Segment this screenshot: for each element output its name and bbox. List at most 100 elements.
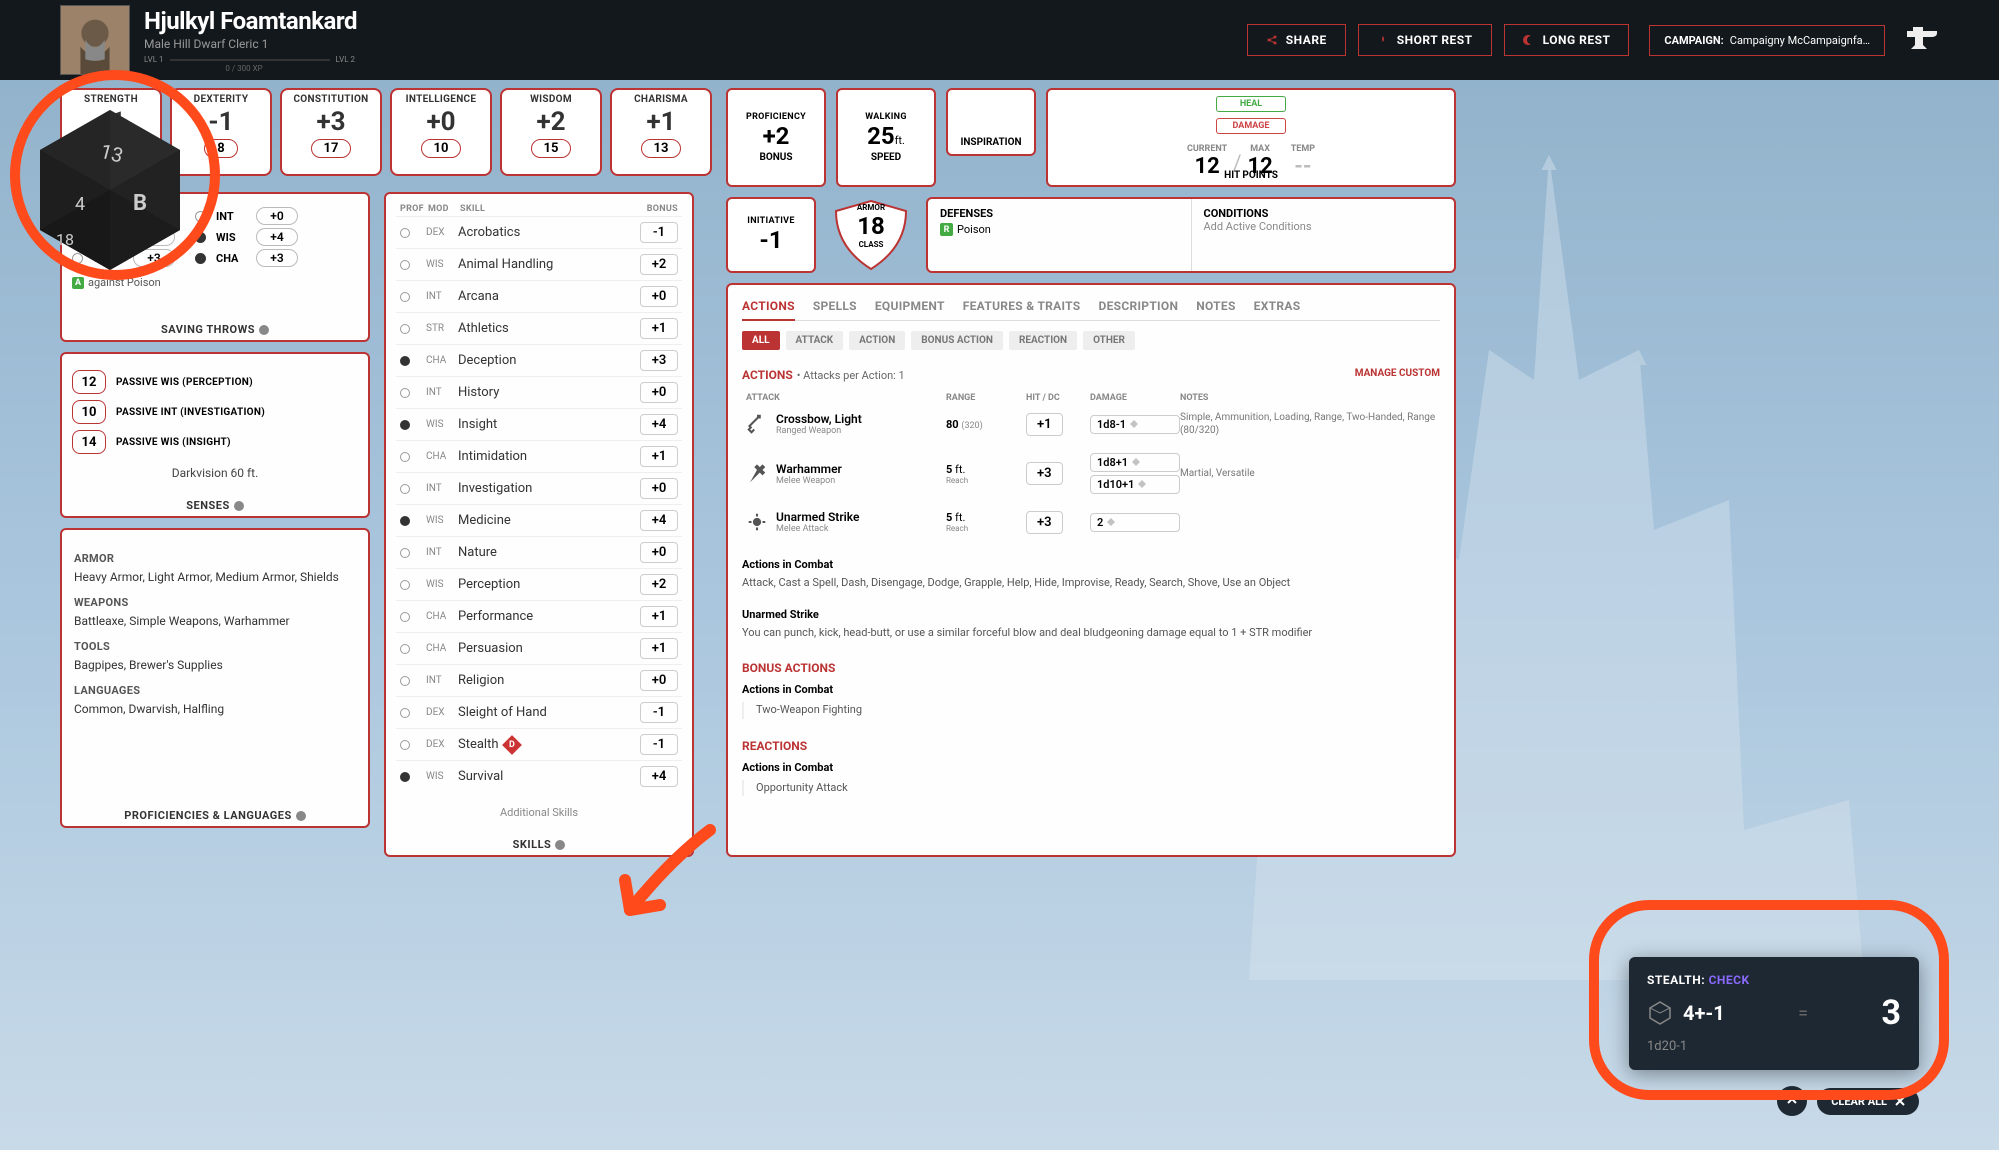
ability-intelligence[interactable]: INTELLIGENCE+010 [390, 88, 492, 176]
armor-class-box[interactable]: ARMOR 18 CLASS [826, 197, 916, 273]
heal-button[interactable]: HEAL [1216, 96, 1287, 112]
proficiency-dot [400, 676, 410, 686]
xp-bar[interactable] [170, 59, 330, 61]
skill-sleight-of-hand[interactable]: DEXSleight of Hand-1 [396, 696, 682, 728]
builder-icon[interactable] [1903, 25, 1939, 55]
tab-features---traits[interactable]: FEATURES & TRAITS [963, 299, 1081, 314]
skill-perception[interactable]: WISPerception+2 [396, 568, 682, 600]
attack-name[interactable]: WarhammerMelee Weapon [776, 462, 946, 486]
save-dex[interactable]: DEX-1 [72, 228, 175, 246]
ability-charisma[interactable]: CHARISMA+113 [610, 88, 712, 176]
ability-constitution[interactable]: CONSTITUTION+317 [280, 88, 382, 176]
skill-deception[interactable]: CHADeception+3 [396, 344, 682, 376]
skill-medicine[interactable]: WISMedicine+4 [396, 504, 682, 536]
skill-insight[interactable]: WISInsight+4 [396, 408, 682, 440]
save-cha[interactable]: CHA+3 [195, 249, 298, 267]
character-avatar[interactable] [60, 5, 130, 75]
defense-item[interactable]: RPoison [940, 223, 1179, 236]
tab-actions[interactable]: ACTIONS [742, 299, 795, 321]
skill-intimidation[interactable]: CHAIntimidation+1 [396, 440, 682, 472]
initiative-box[interactable]: INITIATIVE -1 [726, 197, 816, 273]
sense-row[interactable]: 10PASSIVE INT (INVESTIGATION) [72, 400, 358, 424]
share-button[interactable]: SHARE [1247, 24, 1346, 56]
proficiency-box[interactable]: PROFICIENCY +2 BONUS [726, 88, 826, 187]
skill-performance[interactable]: CHAPerformance+1 [396, 600, 682, 632]
tab-extras[interactable]: EXTRAS [1254, 299, 1301, 314]
attack-type-icon [746, 463, 768, 485]
bonus-action-item[interactable]: Two-Weapon Fighting [742, 702, 1440, 719]
skill-acrobatics[interactable]: DEXAcrobatics-1 [396, 216, 682, 248]
proficiency-dot [400, 292, 410, 302]
proficiency-dot [400, 452, 410, 462]
ability-dexterity[interactable]: DEXTERITY-18 [170, 88, 272, 176]
long-rest-button[interactable]: LONG REST [1504, 24, 1630, 56]
tab-equipment[interactable]: EQUIPMENT [875, 299, 945, 314]
additional-skills[interactable]: Additional Skills [396, 806, 682, 819]
skill-arcana[interactable]: INTArcana+0 [396, 280, 682, 312]
skill-investigation[interactable]: INTInvestigation+0 [396, 472, 682, 504]
skill-history[interactable]: INTHistory+0 [396, 376, 682, 408]
skill-animal-handling[interactable]: WISAnimal Handling+2 [396, 248, 682, 280]
level-from: LVL 1 [144, 55, 164, 64]
to-hit-roll[interactable]: +1 [1026, 413, 1063, 436]
damage-roll[interactable]: 1d8+1 [1090, 453, 1180, 472]
proficiency-dot [400, 612, 410, 622]
gear-icon[interactable] [259, 325, 269, 335]
filter-attack[interactable]: ATTACK [786, 331, 844, 350]
attack-row: WarhammerMelee Weapon5 ft.Reach+31d8+11d… [742, 445, 1440, 502]
to-hit-roll[interactable]: +3 [1026, 511, 1063, 534]
damage-roll[interactable]: 1d8-1 [1090, 415, 1180, 434]
campaign-selector[interactable]: CAMPAIGN:Campaigny McCampaignfa… [1649, 25, 1885, 56]
attack-name[interactable]: Unarmed StrikeMelee Attack [776, 510, 946, 534]
skill-athletics[interactable]: STRAthletics+1 [396, 312, 682, 344]
manage-custom-button[interactable]: MANAGE CUSTOM [1355, 368, 1440, 379]
damage-roll[interactable]: 1d10+1 [1090, 475, 1180, 494]
filter-action[interactable]: ACTION [849, 331, 905, 350]
save-con[interactable]: CON+3 [72, 249, 175, 267]
filter-other[interactable]: OTHER [1083, 331, 1135, 350]
tab-bar: ACTIONS SPELLS EQUIPMENT FEATURES & TRAITS D… [742, 299, 1440, 321]
save-wis[interactable]: WIS+4 [195, 228, 298, 246]
skill-stealth[interactable]: DEXStealthD-1 [396, 728, 682, 760]
proficiency-dot [400, 772, 410, 782]
skill-persuasion[interactable]: CHAPersuasion+1 [396, 632, 682, 664]
reaction-item[interactable]: Opportunity Attack [742, 780, 1440, 797]
filter-all[interactable]: ALL [742, 331, 780, 350]
filter-bonus-action[interactable]: BONUS ACTION [911, 331, 1003, 350]
save-str[interactable]: STR+1 [72, 207, 175, 225]
skill-survival[interactable]: WISSurvival+4 [396, 760, 682, 792]
gear-icon[interactable] [555, 840, 565, 850]
attack-type-icon [746, 413, 768, 435]
ability-wisdom[interactable]: WISDOM+215 [500, 88, 602, 176]
skill-nature[interactable]: INTNature+0 [396, 536, 682, 568]
proficiency-dot [400, 708, 410, 718]
ability-strength[interactable]: STRENGTH+113 [60, 88, 162, 176]
damage-button[interactable]: DAMAGE [1216, 118, 1287, 134]
speed-box[interactable]: WALKING 25ft. SPEED [836, 88, 936, 187]
gear-icon[interactable] [234, 501, 244, 511]
inspiration-box[interactable]: INSPIRATION [946, 88, 1036, 156]
save-int[interactable]: INT+0 [195, 207, 298, 225]
damage-roll[interactable]: 2 [1090, 513, 1180, 532]
advantage-icon: A [72, 277, 84, 289]
tab-description[interactable]: DESCRIPTION [1099, 299, 1179, 314]
filter-reaction[interactable]: REACTION [1009, 331, 1077, 350]
proficiencies-panel: ARMOR Heavy Armor, Light Armor, Medium A… [60, 528, 370, 828]
actions-in-combat[interactable]: Attack, Cast a Spell, Dash, Disengage, D… [742, 575, 1440, 592]
attack-name[interactable]: Crossbow, LightRanged Weapon [776, 412, 946, 436]
to-hit-roll[interactable]: +3 [1026, 462, 1063, 485]
collapse-roll-button[interactable] [1777, 1086, 1807, 1116]
tab-notes[interactable]: NOTES [1196, 299, 1235, 314]
character-info: Hjulkyl Foamtankard Male Hill Dwarf Cler… [144, 7, 357, 73]
tab-spells[interactable]: SPELLS [813, 299, 857, 314]
add-conditions[interactable]: Add Active Conditions [1204, 220, 1443, 233]
chevron-up-icon [1786, 1095, 1798, 1107]
clear-all-button[interactable]: CLEAR ALL [1817, 1088, 1919, 1115]
skill-religion[interactable]: INTReligion+0 [396, 664, 682, 696]
top-bar: Hjulkyl Foamtankard Male Hill Dwarf Cler… [0, 0, 1999, 80]
sense-row[interactable]: 12PASSIVE WIS (PERCEPTION) [72, 370, 358, 394]
short-rest-button[interactable]: SHORT REST [1358, 24, 1492, 56]
dice-roll-result[interactable]: STEALTH: CHECK 4+-1 = 3 1d20-1 [1629, 957, 1919, 1070]
sense-row[interactable]: 14PASSIVE WIS (INSIGHT) [72, 430, 358, 454]
gear-icon[interactable] [296, 811, 306, 821]
